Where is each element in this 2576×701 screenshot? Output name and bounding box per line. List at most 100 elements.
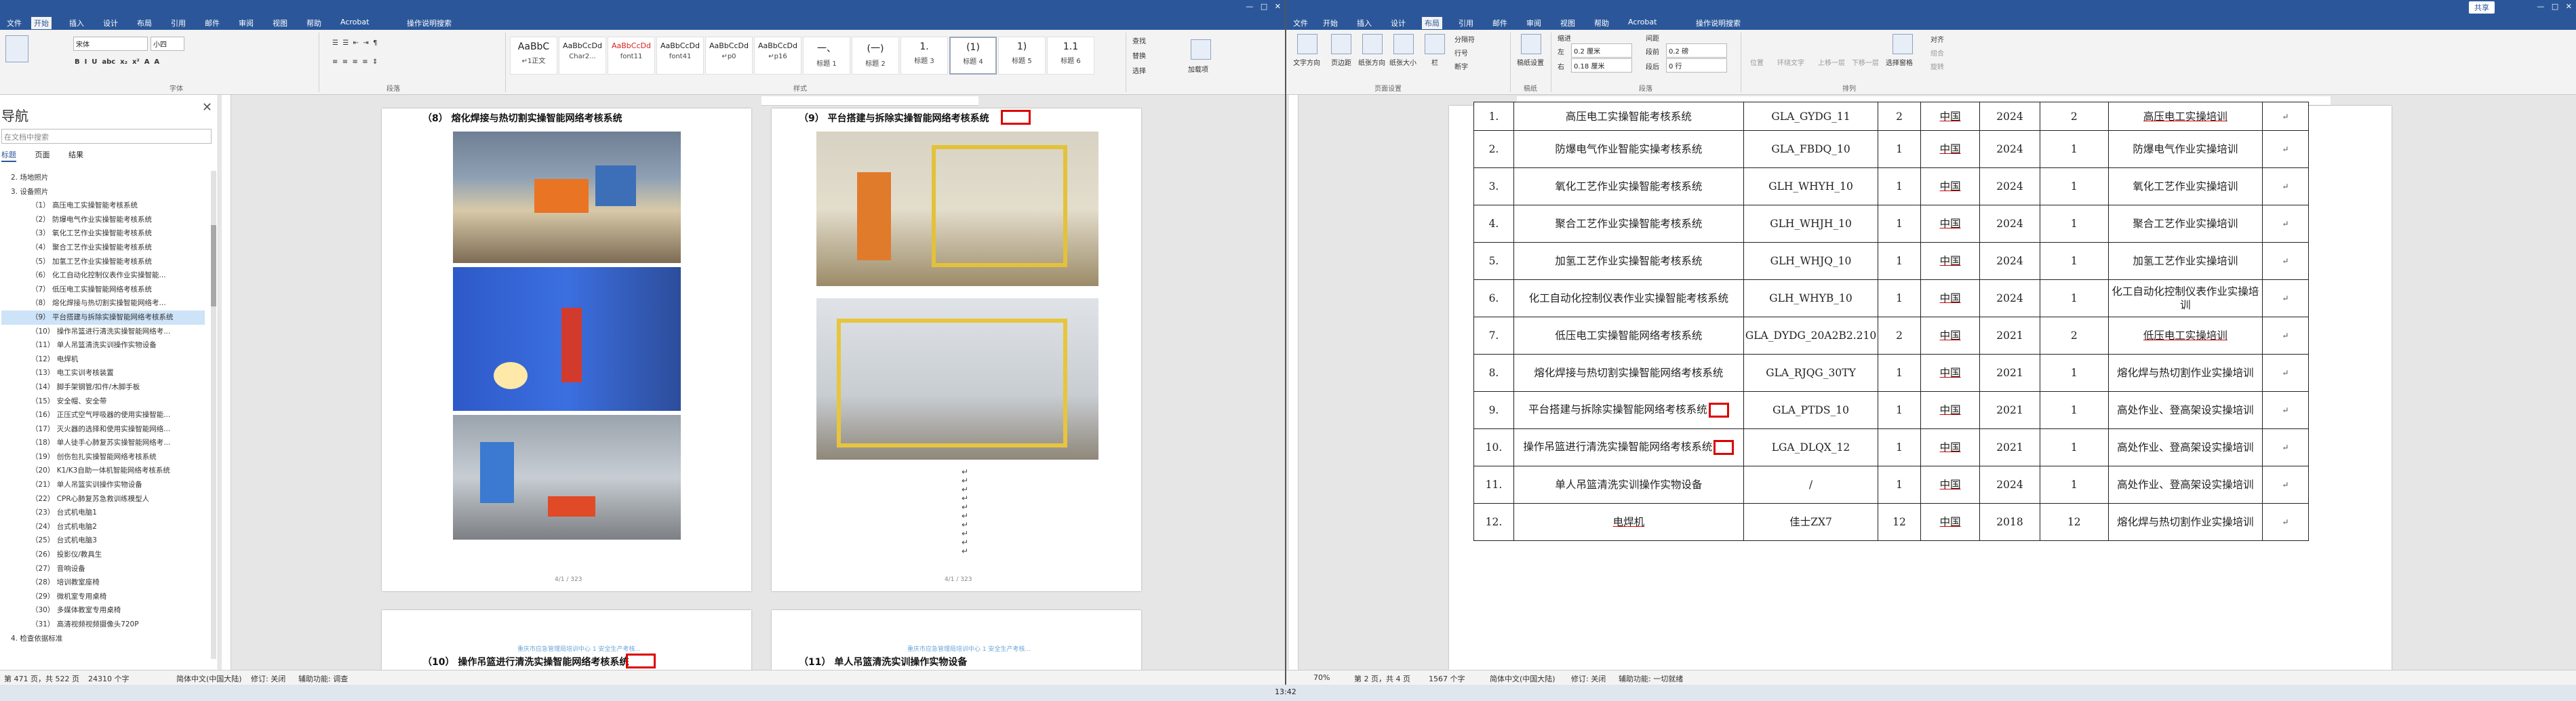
tab-home[interactable]: 开始: [31, 17, 52, 29]
table-cell[interactable]: 12: [2039, 503, 2109, 541]
tab-review[interactable]: 审阅: [236, 17, 256, 29]
nav-search-input[interactable]: 在文档中搜索: [1, 129, 212, 144]
nav-heading-item[interactable]: （25） 台式机电脑3: [1, 534, 205, 548]
table-cell[interactable]: 2024: [1979, 205, 2040, 243]
nav-heading-item[interactable]: （19） 创伤包扎实操智能网络考核系统: [1, 450, 205, 464]
nav-heading-item[interactable]: （18） 单人徒手心肺复苏实操智能网络考...: [1, 436, 205, 450]
table-cell[interactable]: 中国: [1920, 466, 1981, 504]
word-count[interactable]: 1567 个字: [1429, 673, 1465, 684]
nav-heading-item[interactable]: （1） 高压电工实操智能考核系统: [1, 199, 205, 213]
table-cell[interactable]: 2024: [1979, 466, 2040, 504]
tab-acrobat[interactable]: Acrobat: [1625, 17, 1659, 27]
nav-heading-item[interactable]: （12） 电焊机: [1, 353, 205, 367]
table-cell[interactable]: 聚合工艺作业实操智能考核系统: [1513, 205, 1744, 243]
table-cell[interactable]: 8.: [1473, 354, 1514, 392]
style-item[interactable]: 1) 标题 5: [998, 37, 1046, 75]
table-cell[interactable]: GLA_DYDG_20A2B2.210: [1743, 317, 1879, 355]
table-cell[interactable]: 10.: [1473, 428, 1514, 466]
tab-review[interactable]: 审阅: [1524, 17, 1544, 29]
table-cell[interactable]: /: [1743, 466, 1879, 504]
table-cell[interactable]: 7.: [1473, 317, 1514, 355]
table-cell[interactable]: 12: [1878, 503, 1921, 541]
table-cell[interactable]: 中国: [1920, 130, 1981, 168]
table-cell[interactable]: 1: [1878, 466, 1921, 504]
nav-heading-item[interactable]: （31） 高清视频视频摄像头720P: [1, 618, 205, 632]
wrap-text-button[interactable]: 环绕文字: [1777, 57, 1804, 67]
table-cell[interactable]: 中国: [1920, 354, 1981, 392]
tab-file[interactable]: 文件: [1290, 17, 1311, 29]
language[interactable]: 简体中文(中国大陆): [1490, 673, 1555, 684]
horizontal-ruler[interactable]: [761, 96, 978, 106]
table-cell[interactable]: 中国: [1920, 242, 1981, 280]
style-item[interactable]: AaBbCcDd font11: [608, 37, 655, 75]
breaks-button[interactable]: 分隔符: [1454, 34, 1475, 44]
style-item[interactable]: 一、 标题 1: [803, 37, 850, 75]
table-cell[interactable]: 2: [2039, 102, 2109, 131]
margins-button[interactable]: 页边距: [1331, 57, 1351, 67]
tab-home[interactable]: 开始: [1320, 17, 1341, 29]
space-before-input[interactable]: 0.2 磅: [1666, 43, 1727, 58]
nav-heading-item[interactable]: （7） 低压电工实操智能网络考核系统: [1, 283, 205, 297]
table-cell[interactable]: 2.: [1473, 130, 1514, 168]
tab-mailings[interactable]: 邮件: [1490, 17, 1510, 29]
table-cell[interactable]: 中国: [1920, 503, 1981, 541]
nav-heading-item[interactable]: （22） CPR心肺复苏急救训练模型人: [1, 492, 205, 506]
table-cell[interactable]: 6.: [1473, 279, 1514, 317]
tab-design[interactable]: 设计: [100, 17, 121, 29]
style-item[interactable]: AaBbCcDd ↵p16: [754, 37, 801, 75]
addin-icon[interactable]: [1191, 39, 1211, 60]
style-item[interactable]: AaBbCcDd ↵p0: [705, 37, 753, 75]
table-cell[interactable]: 中国: [1920, 102, 1981, 131]
nav-heading-item[interactable]: （21） 单人吊篮实训操作实物设备: [1, 478, 205, 492]
tab-references[interactable]: 引用: [1456, 17, 1476, 29]
nav-heading-item[interactable]: （8） 熔化焊接与热切割实操智能网络考...: [1, 296, 205, 311]
table-cell[interactable]: 4.: [1473, 205, 1514, 243]
indent-right-input[interactable]: 0.18 厘米: [1571, 58, 1632, 73]
table-cell[interactable]: GLH_WHJQ_10: [1743, 242, 1879, 280]
replace-button[interactable]: 替换: [1132, 50, 1146, 60]
tab-file[interactable]: 文件: [4, 17, 24, 29]
table-cell[interactable]: 1: [2039, 354, 2109, 392]
tab-layout[interactable]: 布局: [134, 17, 155, 29]
nav-heading-item[interactable]: （9） 平台搭建与拆除实操智能网络考核系统: [1, 310, 205, 325]
table-cell[interactable]: 2021: [1979, 317, 2040, 355]
text-direction-icon[interactable]: [1297, 34, 1317, 54]
table-cell[interactable]: 1: [2039, 205, 2109, 243]
find-button[interactable]: 查找: [1132, 35, 1146, 45]
table-cell[interactable]: 中国: [1920, 317, 1981, 355]
nav-heading-item[interactable]: （20） K1/K3自助一体机智能网络考核系统: [1, 464, 205, 478]
table-cell[interactable]: 高压电工实操智能考核系统: [1513, 102, 1744, 131]
style-item[interactable]: 1.1 标题 6: [1047, 37, 1094, 75]
tab-view[interactable]: 视图: [270, 17, 290, 29]
style-item[interactable]: (一) 标题 2: [852, 37, 899, 75]
table-cell[interactable]: 2024: [1979, 242, 2040, 280]
table-cell[interactable]: 1: [1878, 242, 1921, 280]
nav-heading-item[interactable]: （27） 音响设备: [1, 562, 205, 576]
tab-help[interactable]: 帮助: [304, 17, 324, 29]
table-cell[interactable]: 2024: [1979, 279, 2040, 317]
table-cell[interactable]: 1: [2039, 466, 2109, 504]
table-cell[interactable]: 12.: [1473, 503, 1514, 541]
table-cell[interactable]: 2018: [1979, 503, 2040, 541]
table-cell[interactable]: 1: [1878, 279, 1921, 317]
table-cell[interactable]: GLA_FBDQ_10: [1743, 130, 1879, 168]
space-after-input[interactable]: 0 行: [1666, 58, 1727, 73]
orientation-button[interactable]: 纸张方向: [1358, 57, 1385, 67]
window-controls[interactable]: — □ ✕: [2537, 2, 2572, 11]
accessibility[interactable]: 辅助功能: 一切就绪: [1619, 673, 1683, 684]
table-cell[interactable]: 中国: [1920, 428, 1981, 466]
tab-view[interactable]: 视图: [1558, 17, 1578, 29]
nav-heading-item[interactable]: 3. 设备照片: [1, 185, 205, 199]
selection-pane-button[interactable]: 选择窗格: [1886, 57, 1913, 67]
nav-heading-item[interactable]: （6） 化工自动化控制仪表作业实操智能...: [1, 268, 205, 283]
nav-heading-item[interactable]: （17） 灭火器的选择和使用实操智能网络...: [1, 422, 205, 437]
group-button[interactable]: 组合: [1930, 47, 1944, 58]
table-cell[interactable]: 9.: [1473, 391, 1514, 429]
columns-icon[interactable]: [1425, 34, 1445, 54]
text-direction-button[interactable]: 文字方向: [1293, 57, 1320, 67]
nav-heading-item[interactable]: （14） 脚手架钢管/扣件/木脚手板: [1, 380, 205, 395]
table-cell[interactable]: 1: [1878, 428, 1921, 466]
size-button[interactable]: 纸张大小: [1389, 57, 1416, 67]
table-cell[interactable]: GLH_WHYB_10: [1743, 279, 1879, 317]
nav-tab-pages[interactable]: 页面: [35, 151, 50, 159]
